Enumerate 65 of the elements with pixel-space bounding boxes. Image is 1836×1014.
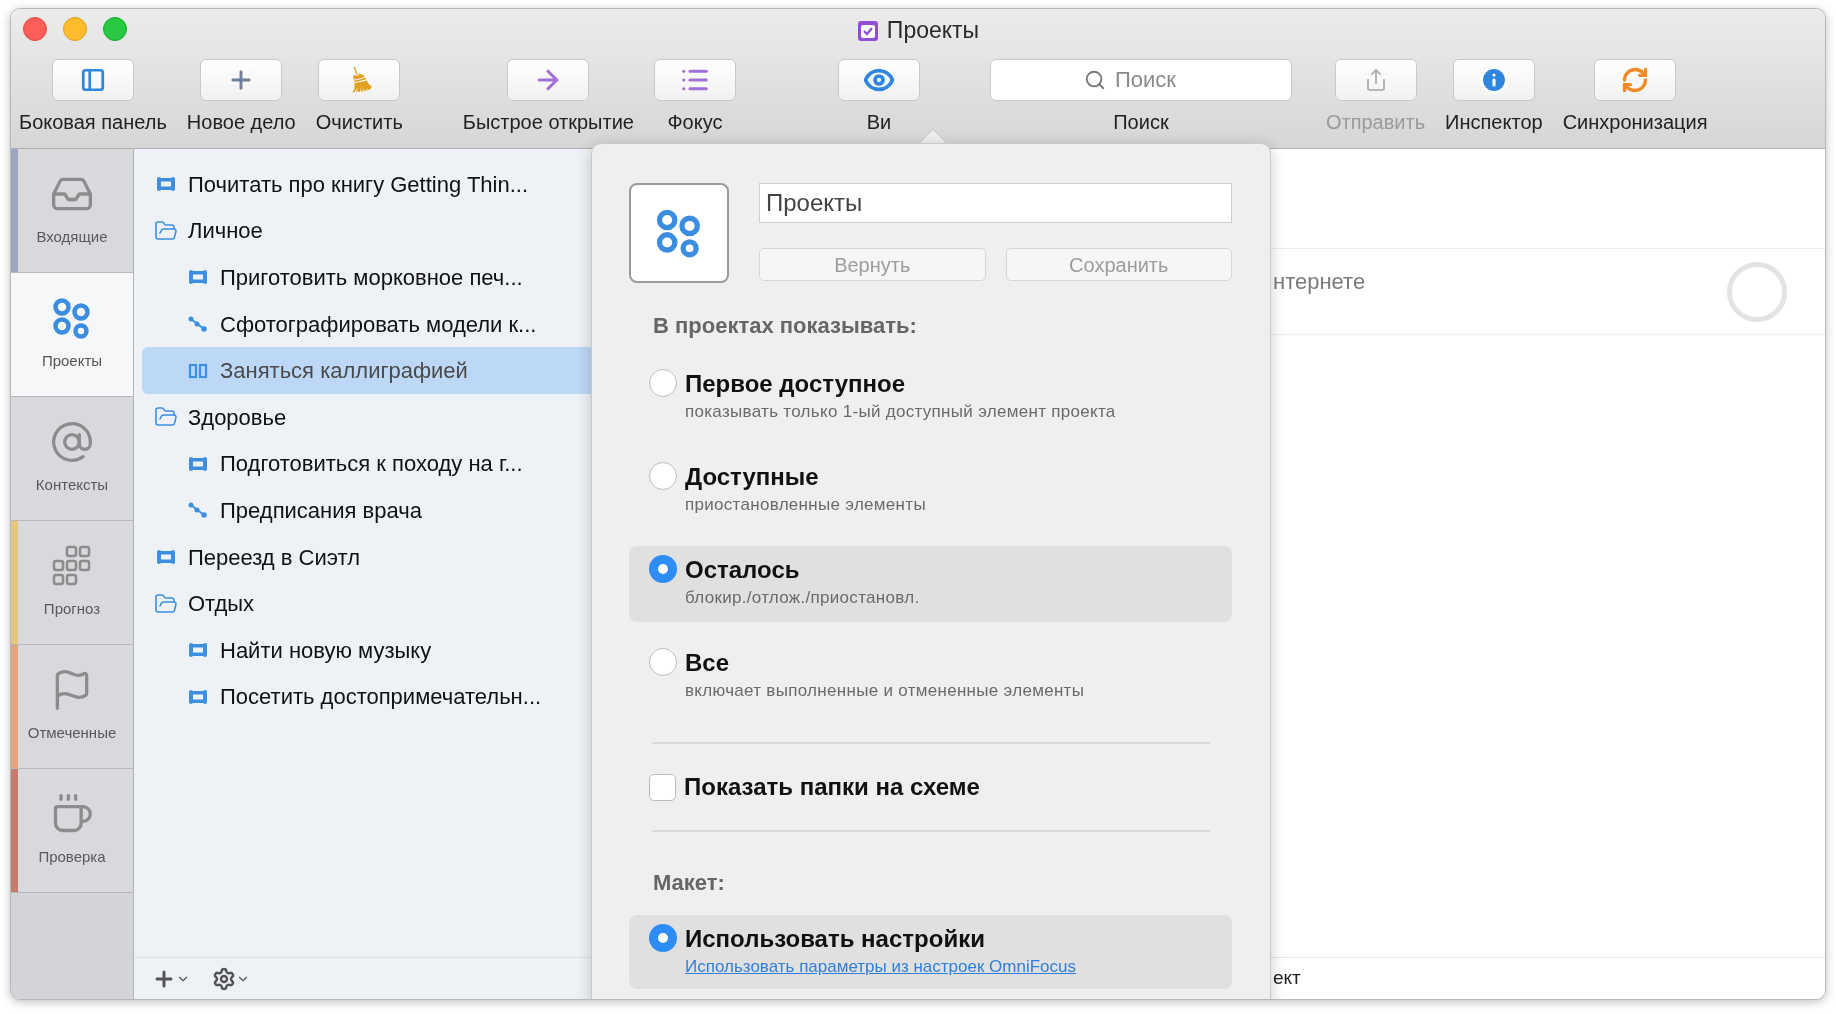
sidebar-icon [79, 67, 106, 93]
project-item[interactable]: Переезд в Сиэтл [142, 533, 591, 581]
toolbar-button[interactable]: Боковая панель [19, 59, 167, 137]
app-icon [856, 18, 879, 42]
option-row[interactable]: Использовать настройки Использовать параметры из настроек OmniFocus [629, 915, 1232, 989]
project-item[interactable]: Отдых [142, 580, 591, 627]
option-title: Доступные [685, 462, 820, 492]
search-icon [1083, 69, 1106, 91]
project-item[interactable]: Подготовиться к походу на г... [142, 440, 591, 488]
radio-button[interactable] [649, 648, 677, 676]
sidebar-tab[interactable]: Проверка [11, 769, 133, 893]
project-item[interactable]: Почитать про книгу Getting Thin... [142, 161, 591, 208]
footer-text: ект [1273, 966, 1301, 991]
search-field[interactable]: Поиск [989, 59, 1292, 101]
toolbar-button[interactable]: Быстрое открытие [462, 59, 634, 137]
project-item[interactable]: Предписания врача [142, 487, 591, 534]
close-button[interactable] [23, 17, 47, 41]
option-row[interactable]: Доступные приостановленные элементы [629, 453, 1232, 529]
sidebar-tab[interactable]: Отмеченные [11, 645, 133, 769]
checkbox-label: Показать папки на схеме [684, 772, 980, 802]
project-item[interactable]: Заняться каллиграфией [142, 347, 591, 394]
sidebar-tab[interactable]: Входящие [11, 149, 133, 273]
columns-icon [188, 362, 208, 379]
project-item[interactable]: Личное [142, 207, 591, 255]
option-description: показывать только 1-ый доступный элемент проекта [685, 401, 1116, 423]
option-title: Осталось [685, 555, 801, 585]
name-field[interactable]: Проекты [759, 183, 1232, 223]
task-title: нтернете [1273, 268, 1366, 296]
option-description: блокир./отлож./приостановл. [685, 587, 920, 609]
sync-icon [1621, 66, 1650, 94]
minimize-button[interactable] [63, 17, 87, 41]
sequential-icon [188, 502, 208, 519]
toolbar-button[interactable]: Новое дело [186, 59, 296, 137]
radio-button[interactable] [649, 462, 677, 490]
search-label: Поиск [1113, 110, 1169, 135]
project-item[interactable]: Приготовить морковное печ... [142, 254, 591, 301]
project-item[interactable]: Сфотографировать модели к... [142, 300, 591, 348]
project-item[interactable]: Посетить достопримечательн... [142, 673, 591, 721]
toolbar-button[interactable]: Синхронизация [1562, 59, 1708, 137]
option-description: приостановленные элементы [685, 494, 926, 516]
sidebar-tab[interactable]: Проекты [11, 273, 133, 397]
project-item[interactable]: Найти новую музыку [142, 626, 591, 674]
option-title: Первое доступное [685, 369, 906, 399]
sidebar-tab[interactable]: Прогноз [11, 521, 133, 645]
option-row[interactable]: Все включает выполненные и отмененные элементы [629, 639, 1232, 715]
settings-icon[interactable] [212, 966, 236, 991]
window-title: Проекты [886, 15, 980, 45]
zoom-button[interactable] [103, 17, 127, 41]
radio-button[interactable] [649, 369, 677, 397]
sidebar-tab[interactable]: Контексты [11, 397, 133, 521]
radio-button[interactable] [649, 555, 677, 583]
checkbox[interactable] [649, 773, 676, 801]
radio-button[interactable] [649, 924, 677, 952]
toolbar-button[interactable]: Инспектор [1445, 59, 1543, 137]
option-title: Использовать настройки [685, 924, 986, 954]
project-icon-well[interactable] [629, 183, 729, 283]
section-heading: В проектах показывать: [653, 312, 918, 340]
project-item[interactable]: Здоровье [142, 393, 591, 441]
at-sign-icon [50, 420, 94, 465]
section-heading: Макет: [653, 869, 726, 897]
option-row[interactable]: Осталось блокир./отлож./приостановл. [629, 546, 1232, 622]
option-description: включает выполненные и отмененные элементы [685, 680, 1085, 702]
option-title: Все [685, 648, 731, 678]
sequential-icon [188, 316, 208, 333]
option-row[interactable]: Первое доступное показывать только 1-ый доступный элемент проекта [629, 360, 1232, 436]
